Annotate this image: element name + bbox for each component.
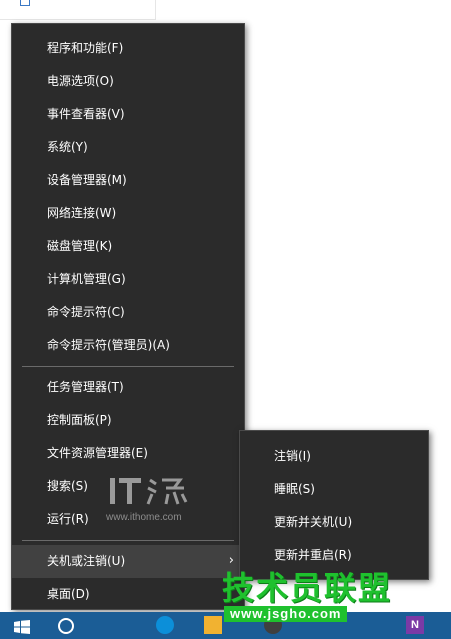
menu-item-command-prompt[interactable]: 命令提示符(C) [12, 296, 244, 329]
site-watermark-title: 技术员联盟 [222, 569, 393, 607]
ithome-url: www.ithome.com [106, 512, 182, 523]
site-watermark-url: www.jsgho.com [224, 606, 348, 622]
menu-item-shutdown-signout[interactable]: 关机或注销(U) › [12, 545, 244, 578]
windows-start-icon[interactable] [14, 620, 30, 634]
submenu-item-sleep[interactable]: 睡眠(S) [240, 473, 428, 506]
menu-item-disk-management[interactable]: 磁盘管理(K) [12, 230, 244, 263]
menu-item-computer-management[interactable]: 计算机管理(G) [12, 263, 244, 296]
menu-item-task-manager[interactable]: 任务管理器(T) [12, 371, 244, 404]
menu-item-file-explorer[interactable]: 文件资源管理器(E) [12, 437, 244, 470]
menu-item-control-panel[interactable]: 控制面板(P) [12, 404, 244, 437]
shutdown-submenu: 注销(I) 睡眠(S) 更新并关机(U) 更新并重启(R) [239, 430, 429, 580]
menu-item-system[interactable]: 系统(Y) [12, 131, 244, 164]
menu-item-power-options[interactable]: 电源选项(O) [12, 65, 244, 98]
submenu-item-signout[interactable]: 注销(I) [240, 440, 428, 473]
menu-item-device-manager[interactable]: 设备管理器(M) [12, 164, 244, 197]
explorer-icon[interactable] [204, 616, 222, 634]
computer-icon [20, 0, 30, 6]
search-icon[interactable] [58, 618, 74, 634]
ithome-logo [110, 478, 188, 505]
submenu-item-update-restart[interactable]: 更新并重启(R) [240, 539, 428, 572]
menu-item-programs-features[interactable]: 程序和功能(F) [12, 32, 244, 65]
menu-item-desktop[interactable]: 桌面(D) [12, 578, 244, 611]
menu-separator [22, 540, 234, 541]
menu-item-command-prompt-admin[interactable]: 命令提示符(管理员)(A) [12, 329, 244, 362]
menu-separator [22, 366, 234, 367]
menu-item-network-connections[interactable]: 网络连接(W) [12, 197, 244, 230]
browser-icon[interactable] [156, 616, 174, 634]
submenu-item-update-shutdown[interactable]: 更新并关机(U) [240, 506, 428, 539]
menu-item-label: 关机或注销(U) [47, 554, 126, 568]
menu-item-event-viewer[interactable]: 事件查看器(V) [12, 98, 244, 131]
site-watermark: 技术员联盟 www.jsgho.com [222, 569, 430, 622]
background-window [0, 0, 156, 20]
